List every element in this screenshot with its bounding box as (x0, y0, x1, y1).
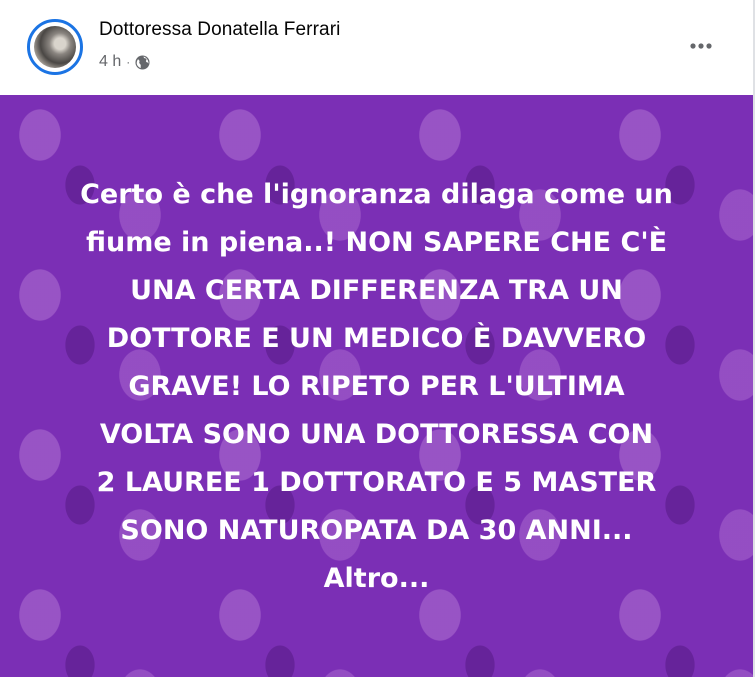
post-text-line: GRAVE! LO RIPETO PER L'ULTIMA (128, 371, 625, 402)
profile-avatar[interactable] (27, 19, 83, 75)
more-options-button[interactable] (681, 28, 721, 64)
post-header: Dottoressa Donatella Ferrari 4 h · (0, 0, 753, 95)
see-more-link[interactable]: Altro... (0, 555, 753, 603)
post-text-line: VOLTA SONO UNA DOTTORESSA CON (99, 419, 654, 450)
post-text-line: Certo è che l'ignoranza dilaga come un (80, 179, 673, 210)
post-text-line: DOTTORE E UN MEDICO È DAVVERO (106, 323, 647, 354)
post-text-line: SONO NATUROPATA DA 30 ANNI... (120, 515, 633, 546)
more-options-icon (690, 43, 712, 49)
globe-icon[interactable] (135, 54, 150, 70)
avatar-image (34, 26, 76, 68)
post-text-line: fiume in piena..! NON SAPERE CHE C'È (85, 227, 668, 258)
post-text: Certo è che l'ignoranza dilaga come un f… (0, 171, 753, 603)
post-text-line: 2 LAUREE 1 DOTTORATO E 5 MASTER (96, 467, 657, 498)
meta-separator: · (126, 55, 131, 69)
author-name[interactable]: Dottoressa Donatella Ferrari (99, 19, 340, 41)
post-meta: 4 h · (99, 52, 150, 72)
post-time[interactable]: 4 h (99, 53, 121, 71)
post-text-line: UNA CERTA DIFFERENZA TRA UN (130, 275, 623, 306)
